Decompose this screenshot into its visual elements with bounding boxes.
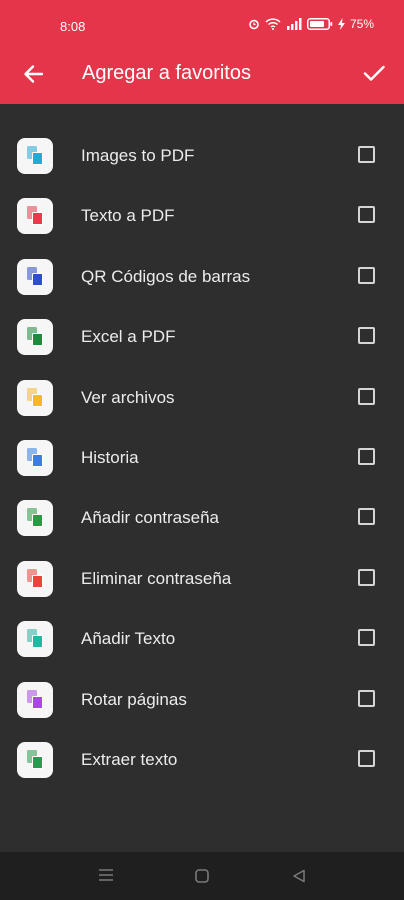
favorite-checkbox[interactable]	[358, 689, 375, 707]
list-item[interactable]: Images to PDF	[0, 126, 404, 186]
favorite-checkbox[interactable]	[358, 327, 375, 345]
list-item-label: Añadir Texto	[81, 629, 176, 649]
favorites-list: Images to PDF Texto a PDF QR Códigos de ba…	[0, 126, 404, 790]
add-text-icon	[17, 621, 53, 658]
recents-icon[interactable]	[98, 868, 114, 882]
list-item[interactable]: Añadir Texto	[0, 609, 404, 669]
signal-icon	[286, 18, 302, 30]
charging-icon	[337, 18, 345, 30]
check-icon	[363, 65, 385, 81]
toolbar: Agregar a favoritos	[0, 50, 404, 104]
status-icons: 75%	[248, 17, 374, 31]
list-item[interactable]: Ver archivos	[0, 368, 404, 428]
favorite-checkbox[interactable]	[358, 568, 375, 586]
list-item[interactable]: Eliminar contraseña	[0, 549, 404, 609]
list-item[interactable]: Añadir contraseña	[0, 488, 404, 548]
list-item[interactable]: Extraer texto	[0, 730, 404, 790]
favorite-checkbox[interactable]	[358, 447, 375, 465]
back-button[interactable]	[20, 60, 48, 88]
text-to-pdf-icon	[17, 198, 53, 235]
extract-text-icon	[17, 741, 53, 778]
status-time: 8:08	[60, 19, 86, 34]
favorite-checkbox[interactable]	[358, 206, 375, 224]
qr-barcode-icon	[17, 258, 53, 295]
alarm-icon	[249, 19, 259, 30]
battery-icon	[306, 18, 333, 30]
favorite-checkbox[interactable]	[358, 146, 375, 163]
confirm-button[interactable]	[360, 59, 388, 87]
favorite-checkbox[interactable]	[358, 629, 375, 647]
favorite-checkbox[interactable]	[358, 266, 375, 284]
favorite-checkbox[interactable]	[358, 387, 375, 405]
list-item[interactable]: Excel a PDF	[0, 307, 404, 367]
page-title: Agregar a favoritos	[82, 62, 251, 84]
home-icon[interactable]	[195, 869, 209, 883]
wifi-icon	[265, 18, 281, 30]
excel-to-pdf-icon	[17, 319, 53, 356]
list-item-label: Añadir contraseña	[81, 508, 219, 528]
list-item-label: Extraer texto	[81, 749, 178, 769]
add-password-icon	[17, 500, 53, 537]
favorite-checkbox[interactable]	[358, 508, 375, 526]
list-item-label: Images to PDF	[81, 146, 195, 165]
system-navigation-bar	[0, 852, 404, 900]
nav-back-icon[interactable]	[292, 869, 306, 883]
status-bar: 8:08 75%	[0, 0, 404, 50]
view-files-icon	[17, 379, 53, 416]
list-item-label: Excel a PDF	[81, 327, 176, 347]
rotate-pages-icon	[17, 681, 53, 718]
app-header: 8:08 75% Agregar a favoritos	[0, 0, 404, 104]
list-item[interactable]: Rotar páginas	[0, 670, 404, 730]
favorite-checkbox[interactable]	[358, 749, 375, 767]
images-to-pdf-icon	[17, 138, 53, 174]
arrow-back-icon	[24, 65, 44, 83]
list-item[interactable]: QR Códigos de barras	[0, 247, 404, 307]
list-item[interactable]: Historia	[0, 428, 404, 488]
battery-percent: 75%	[349, 17, 374, 31]
remove-password-icon	[17, 560, 53, 597]
list-item-label: Ver archivos	[81, 387, 175, 407]
list-item-label: Texto a PDF	[81, 206, 175, 226]
list-item-label: Historia	[81, 447, 139, 467]
list-item-label: QR Códigos de barras	[81, 266, 251, 286]
history-icon	[17, 439, 53, 476]
list-item-label: Eliminar contraseña	[81, 568, 232, 588]
list-item[interactable]: Texto a PDF	[0, 186, 404, 246]
list-item-label: Rotar páginas	[81, 689, 187, 709]
